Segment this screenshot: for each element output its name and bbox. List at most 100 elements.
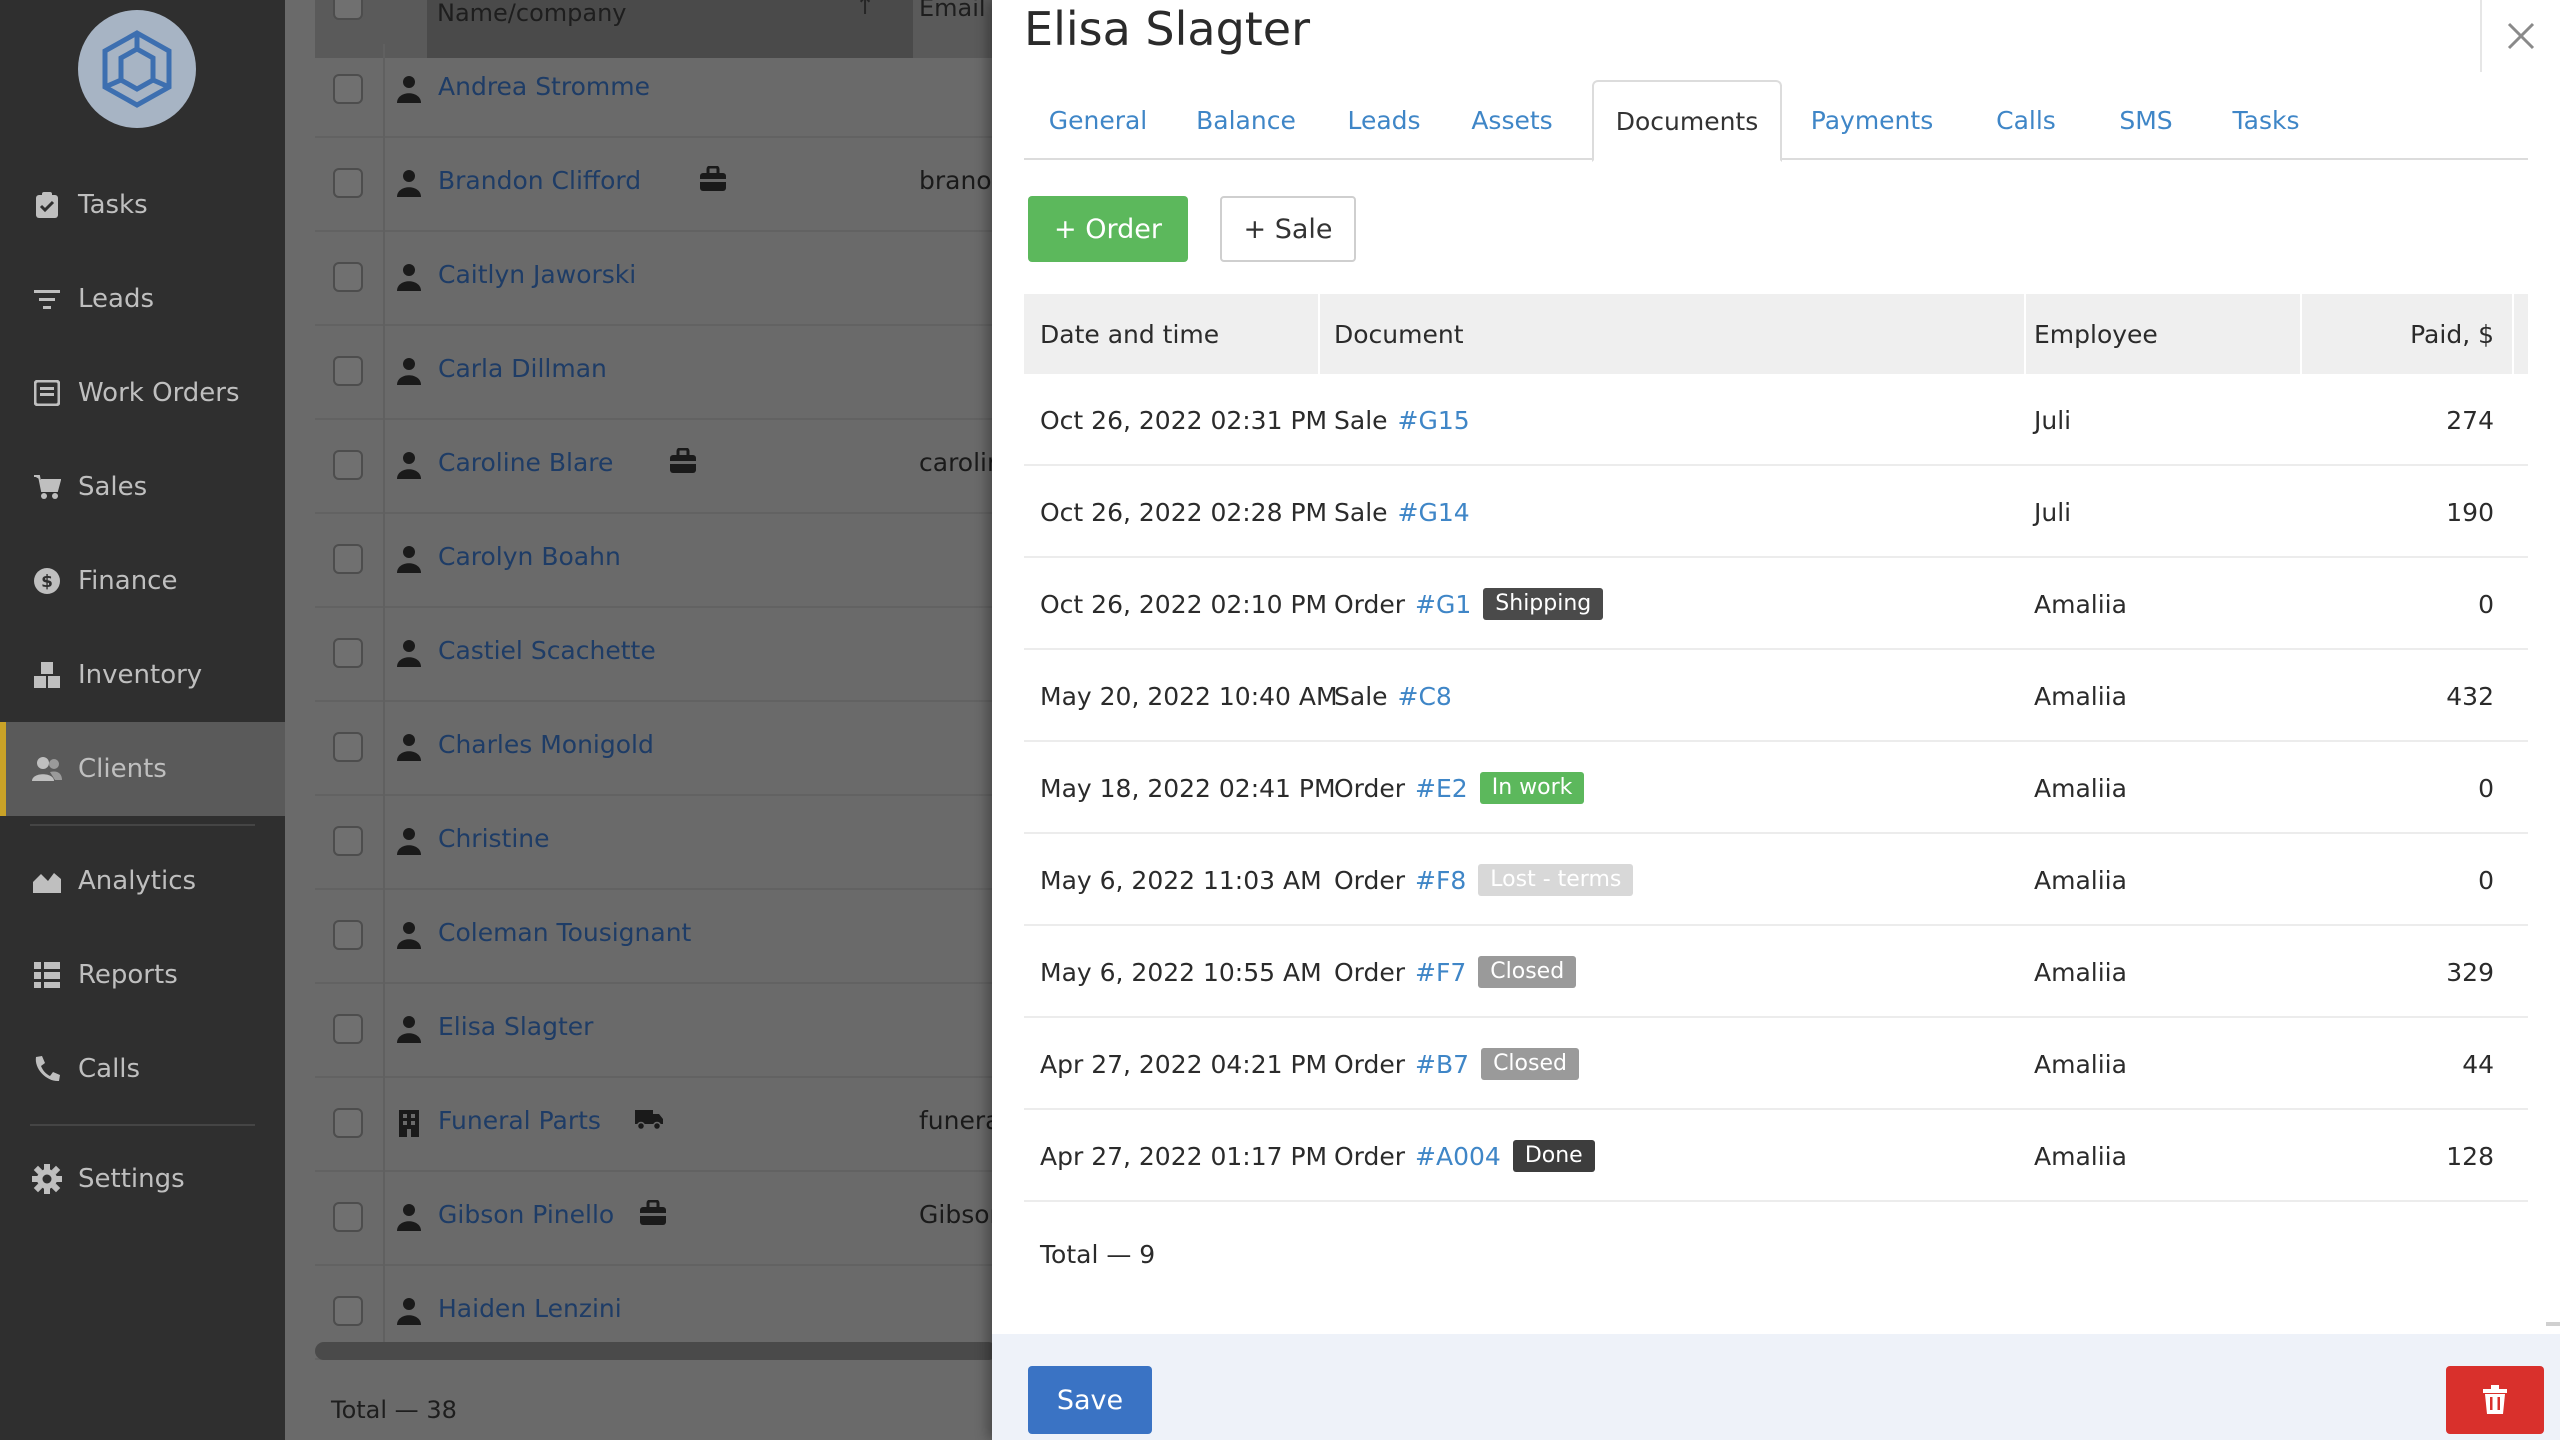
tab-tasks[interactable]: Tasks (2202, 80, 2330, 160)
nav-sales[interactable]: Sales (0, 440, 285, 534)
client-name-link[interactable]: Elisa Slagter (438, 1012, 593, 1041)
nav-finance[interactable]: $ Finance (0, 534, 285, 628)
table-row[interactable]: Caroline Blare caroline.b (315, 420, 997, 514)
table-row[interactable]: Oct 26, 2022 02:28 PM Sale #G14 Juli 190 (1024, 466, 2528, 558)
column-header-email[interactable]: Email (919, 0, 986, 20)
table-row[interactable]: Castiel Scachette (315, 608, 997, 702)
add-order-button[interactable]: + Order (1028, 196, 1188, 262)
client-name-link[interactable]: Gibson Pinello (438, 1200, 614, 1229)
delete-button[interactable] (2446, 1366, 2544, 1434)
arrow-up-icon[interactable]: ↑ (855, 0, 875, 20)
save-button[interactable]: Save (1028, 1366, 1152, 1434)
table-row[interactable]: Carolyn Boahn (315, 514, 997, 608)
row-checkbox[interactable] (333, 1014, 363, 1044)
table-row[interactable]: Carla Dillman (315, 326, 997, 420)
nav-work-orders[interactable]: Work Orders (0, 346, 285, 440)
table-row[interactable]: Elisa Slagter (315, 984, 997, 1078)
row-checkbox[interactable] (333, 544, 363, 574)
cell-employee: Amaliia (2034, 1141, 2127, 1171)
document-link[interactable]: #E2 (1415, 774, 1468, 803)
table-row[interactable]: May 18, 2022 02:41 PM Order #E2 In work Amal… (1024, 742, 2528, 834)
row-checkbox[interactable] (333, 1108, 363, 1138)
tab-sms[interactable]: SMS (2090, 80, 2202, 160)
column-divider (2024, 294, 2026, 374)
table-row[interactable]: Funeral Parts funeralpa (315, 1078, 997, 1172)
client-name-link[interactable]: Brandon Clifford (438, 166, 641, 195)
select-all-checkbox[interactable] (333, 0, 363, 20)
app-logo[interactable] (78, 10, 196, 128)
table-row[interactable]: Caitlyn Jaworski (315, 232, 997, 326)
tab-assets[interactable]: Assets (1448, 80, 1576, 160)
table-row[interactable]: May 20, 2022 10:40 AM Sale #C8 Amaliia 432 (1024, 650, 2528, 742)
row-checkbox[interactable] (333, 1296, 363, 1326)
row-checkbox[interactable] (333, 450, 363, 480)
client-name-link[interactable]: Castiel Scachette (438, 636, 656, 665)
client-name-link[interactable]: Christine (438, 824, 550, 853)
tab-calls[interactable]: Calls (1962, 80, 2090, 160)
table-row[interactable]: May 6, 2022 11:03 AM Order #F8 Lost - terms… (1024, 834, 2528, 926)
nav-settings[interactable]: Settings (0, 1132, 285, 1226)
row-checkbox[interactable] (333, 168, 363, 198)
tab-documents[interactable]: Documents (1592, 80, 1782, 162)
client-name-link[interactable]: Haiden Lenzini (438, 1294, 622, 1323)
nav-reports[interactable]: Reports (0, 928, 285, 1022)
document-link[interactable]: #G15 (1398, 406, 1470, 435)
row-checkbox[interactable] (333, 826, 363, 856)
client-name-link[interactable]: Caitlyn Jaworski (438, 260, 636, 289)
horizontal-scrollbar[interactable] (315, 1342, 997, 1360)
table-row[interactable]: Coleman Tousignant (315, 890, 997, 984)
add-sale-button[interactable]: + Sale (1220, 196, 1356, 262)
status-badge: Closed (1481, 1048, 1579, 1080)
nav-leads[interactable]: Leads (0, 252, 285, 346)
client-name-link[interactable]: Coleman Tousignant (438, 918, 691, 947)
table-row[interactable]: Christine (315, 796, 997, 890)
client-name-link[interactable]: Carla Dillman (438, 354, 607, 383)
cell-date: Apr 27, 2022 04:21 PM (1040, 1049, 1328, 1079)
gear-icon (32, 1164, 62, 1194)
table-row[interactable]: Gibson Pinello GibsonPir (315, 1172, 997, 1266)
document-link[interactable]: #C8 (1398, 682, 1452, 711)
client-name-link[interactable]: Caroline Blare (438, 448, 613, 477)
row-checkbox[interactable] (333, 356, 363, 386)
document-link[interactable]: #F8 (1415, 866, 1466, 895)
nav-inventory[interactable]: Inventory (0, 628, 285, 722)
document-link[interactable]: #A004 (1415, 1142, 1501, 1171)
table-row[interactable]: Andrea Stromme (315, 44, 997, 138)
document-link[interactable]: #G14 (1398, 498, 1470, 527)
cell-date: Oct 26, 2022 02:28 PM (1040, 497, 1328, 527)
table-row[interactable]: Charles Monigold (315, 702, 997, 796)
table-row[interactable]: Brandon Clifford branod.cl (315, 138, 997, 232)
row-checkbox[interactable] (333, 920, 363, 950)
tab-general[interactable]: General (1024, 80, 1172, 160)
document-link[interactable]: #B7 (1415, 1050, 1469, 1079)
status-badge: Shipping (1483, 588, 1604, 620)
nav-clients[interactable]: Clients (0, 722, 285, 816)
client-name-link[interactable]: Andrea Stromme (438, 72, 650, 101)
close-button[interactable] (2480, 0, 2560, 72)
row-checkbox[interactable] (333, 262, 363, 292)
tab-balance[interactable]: Balance (1172, 80, 1320, 160)
nav-calls[interactable]: Calls (0, 1022, 285, 1116)
nav-tasks[interactable]: Tasks (0, 158, 285, 252)
client-name-link[interactable]: Funeral Parts (438, 1106, 601, 1135)
table-row[interactable]: Apr 27, 2022 04:21 PM Order #B7 Closed Amali… (1024, 1018, 2528, 1110)
tab-leads[interactable]: Leads (1320, 80, 1448, 160)
document-link[interactable]: #G1 (1415, 590, 1471, 619)
table-row[interactable]: Apr 27, 2022 01:17 PM Order #A004 Done Amali… (1024, 1110, 2528, 1202)
document-link[interactable]: #F7 (1415, 958, 1466, 987)
client-name-link[interactable]: Charles Monigold (438, 730, 654, 759)
table-row[interactable]: Oct 26, 2022 02:10 PM Order #G1 Shipping Ama… (1024, 558, 2528, 650)
cell-document: Sale #G15 (1334, 374, 1470, 466)
row-checkbox[interactable] (333, 74, 363, 104)
row-checkbox[interactable] (333, 732, 363, 762)
client-email: funeralpa (919, 1106, 997, 1135)
truck-icon (634, 1104, 664, 1134)
row-checkbox[interactable] (333, 638, 363, 668)
row-checkbox[interactable] (333, 1202, 363, 1232)
nav-analytics[interactable]: Analytics (0, 834, 285, 928)
person-icon (395, 450, 423, 480)
client-name-link[interactable]: Carolyn Boahn (438, 542, 621, 571)
table-row[interactable]: May 6, 2022 10:55 AM Order #F7 Closed Amalii… (1024, 926, 2528, 1018)
table-row[interactable]: Oct 26, 2022 02:31 PM Sale #G15 Juli 274 (1024, 374, 2528, 466)
tab-payments[interactable]: Payments (1782, 80, 1962, 160)
